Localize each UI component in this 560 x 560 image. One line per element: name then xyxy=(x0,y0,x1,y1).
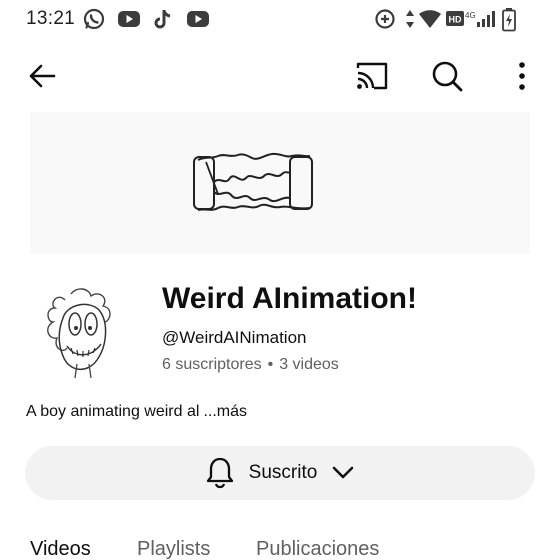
video-count: 3 videos xyxy=(279,356,339,373)
channel-handle: @WeirdAINimation xyxy=(162,328,307,347)
channel-name: Weird AInimation! xyxy=(162,282,417,315)
subscribed-button[interactable]: Suscrito xyxy=(25,446,535,500)
search-button[interactable] xyxy=(427,56,467,96)
more-options-button[interactable] xyxy=(502,56,542,96)
back-button[interactable] xyxy=(22,56,62,96)
description-text: A boy animating weird al xyxy=(26,403,200,420)
tab-publicaciones[interactable]: Publicaciones xyxy=(256,538,379,560)
tab-playlists[interactable]: Playlists xyxy=(137,538,210,560)
signal-4g-icon: 4G xyxy=(465,8,497,35)
wifi-icon xyxy=(418,8,442,35)
channel-tabs: Videos Playlists Publicaciones xyxy=(0,536,560,560)
avatar-drawing xyxy=(47,288,111,379)
channel-banner xyxy=(30,112,530,254)
status-bar: 13:21 HD 4G xyxy=(0,0,560,40)
more-vert-icon xyxy=(519,62,525,90)
youtube-icon xyxy=(117,8,140,30)
more-link[interactable]: ...más xyxy=(203,403,247,420)
back-arrow-icon xyxy=(29,64,56,88)
cast-icon xyxy=(356,62,388,90)
hd-icon: HD xyxy=(446,8,464,35)
data-arrows-icon xyxy=(404,8,416,35)
channel-stats: 6 suscriptores • 3 videos xyxy=(162,356,339,374)
whatsapp-icon xyxy=(83,8,105,30)
status-time: 13:21 xyxy=(26,8,76,29)
app-bar xyxy=(0,48,560,104)
search-icon xyxy=(432,61,463,92)
banner-drawing xyxy=(193,152,313,211)
tiktok-icon xyxy=(152,8,174,30)
bell-icon xyxy=(206,457,233,489)
channel-avatar[interactable] xyxy=(27,278,131,382)
subscribed-label: Suscrito xyxy=(248,462,318,483)
cast-button[interactable] xyxy=(352,56,392,96)
subscriber-count: 6 suscriptores xyxy=(162,356,262,373)
svg-text:4G: 4G xyxy=(465,11,476,20)
stats-separator: • xyxy=(267,356,274,373)
svg-text:HD: HD xyxy=(449,15,462,25)
youtube-icon xyxy=(186,8,209,30)
channel-description[interactable]: A boy animating weird al ...más xyxy=(26,403,247,421)
battery-icon xyxy=(502,8,516,37)
tab-videos[interactable]: Videos xyxy=(30,538,91,560)
chevron-down-icon xyxy=(333,466,354,479)
data-saver-icon xyxy=(374,8,396,35)
